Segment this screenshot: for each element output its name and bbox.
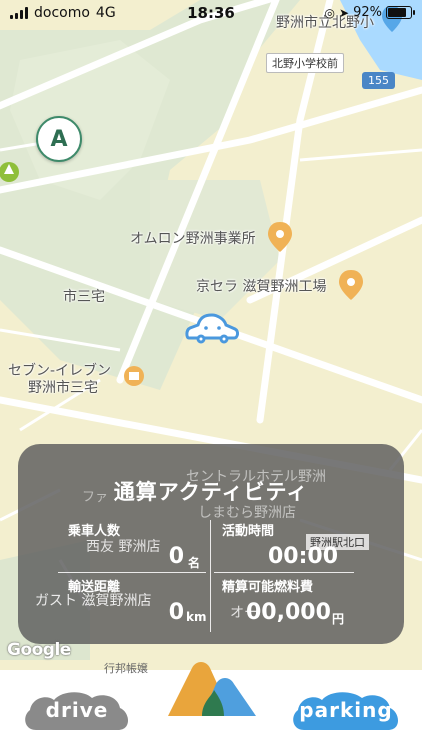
distance-unit: km — [186, 610, 207, 624]
drive-tab-button[interactable]: drive — [22, 690, 132, 730]
map-label-bottom: 行邦帳嬢 — [104, 662, 148, 675]
fuel-cost-value: 00,000 — [246, 600, 331, 625]
fuel-cost-label: 精算可能燃料費 — [222, 580, 314, 595]
compass-button[interactable]: A — [36, 116, 82, 162]
status-bar: docomo 4G 18:36 ◎ ➤ 92% — [0, 0, 422, 26]
active-time-label: 活動時間 — [222, 524, 275, 539]
panel-divider-left — [58, 572, 206, 573]
activity-panel: セントラルホテル野洲 ファ しまむら野洲店 西友 野洲店 野洲駅北口 ガスト 滋… — [18, 444, 404, 644]
distance-value: 0 — [168, 600, 184, 625]
active-time-value: 00:00 — [267, 544, 338, 569]
route-shield-155: 155 — [362, 72, 395, 89]
battery-percent: 92% — [353, 5, 382, 20]
location-arrow-icon: ➤ — [339, 5, 350, 20]
distance-label: 輸送距離 — [68, 580, 121, 595]
parking-tab-label: parking — [299, 698, 393, 722]
map-label-sanyake: 市三宅 — [63, 289, 105, 305]
panel-divider-right — [214, 572, 354, 573]
panel-title: 通算アクティビティ — [113, 480, 309, 504]
map-label-bus-stop[interactable]: 北野小学校前 — [266, 53, 344, 73]
map-label-omron[interactable]: オムロン野洲事業所 — [130, 228, 256, 248]
app-logo-button[interactable] — [158, 638, 264, 730]
parking-tab-button[interactable]: parking — [290, 690, 402, 730]
passengers-unit: 名 — [188, 556, 201, 570]
google-logo: Google — [7, 640, 71, 660]
passengers-label: 乗車人数 — [68, 524, 121, 539]
passengers-value: 0 — [168, 544, 184, 569]
map-label-kyocera[interactable]: 京セラ 滋賀野洲工場 — [196, 276, 326, 296]
fuel-cost-unit: 円 — [332, 612, 345, 626]
compass-icon: A — [50, 126, 68, 152]
battery-icon — [386, 6, 415, 19]
drive-tab-label: drive — [45, 698, 109, 722]
panel-divider-vertical — [210, 520, 211, 632]
battery-fill — [388, 8, 406, 17]
lock-rotation-icon: ◎ — [324, 5, 336, 20]
app-logo-icon — [168, 662, 256, 716]
map-label-seven-branch[interactable]: 野洲市三宅 — [28, 377, 98, 397]
